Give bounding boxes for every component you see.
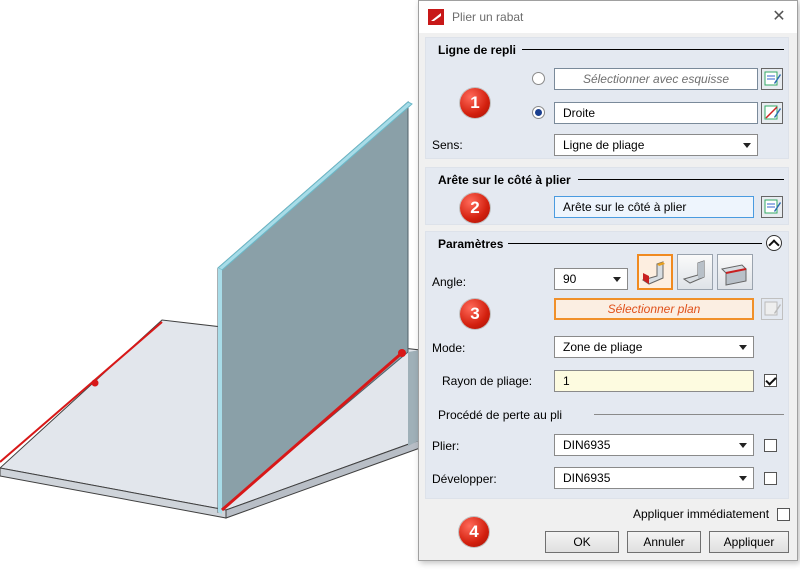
sens-select[interactable]: Ligne de pliage xyxy=(554,134,758,156)
radius-label: Rayon de pliage: xyxy=(442,374,533,388)
bend-inner-icon xyxy=(641,261,665,285)
chevron-down-icon xyxy=(613,277,621,282)
apply-button[interactable]: Appliquer xyxy=(709,531,789,553)
section-parameters: Paramètres Angle: 90 3 Sélectionner plan… xyxy=(425,231,789,499)
section-edge: Arête sur le côté à plier 2 Arête sur le… xyxy=(425,167,789,225)
section-fold-line-title: Ligne de repli xyxy=(438,43,517,57)
sketch-pick-icon[interactable] xyxy=(761,68,783,90)
edge-field[interactable]: Arête sur le côté à plier xyxy=(554,196,754,218)
fold-flange-dialog: Plier un rabat ✕ Ligne de repli 1 Sélect… xyxy=(418,0,798,561)
plane-pick-icon xyxy=(761,298,783,320)
developper-label: Développer: xyxy=(432,472,497,486)
select-plane-field[interactable]: Sélectionner plan xyxy=(554,298,754,320)
section-parameters-title: Paramètres xyxy=(438,237,504,251)
apply-immediately-label: Appliquer immédiatement xyxy=(633,507,770,521)
step-badge-3: 3 xyxy=(460,299,490,329)
section-divider xyxy=(578,179,784,180)
step-badge-2: 2 xyxy=(460,193,490,223)
plier-select-value: DIN6935 xyxy=(563,438,611,452)
edge-pick-icon[interactable] xyxy=(761,196,783,218)
chevron-down-icon xyxy=(743,143,751,148)
bend-outer-icon xyxy=(720,264,748,286)
bend-middle-icon xyxy=(682,260,705,284)
mode-select-value: Zone de pliage xyxy=(563,340,643,354)
bend-type-outer-button[interactable] xyxy=(717,254,753,290)
dialog-titlebar[interactable]: Plier un rabat ✕ xyxy=(419,1,797,33)
angle-select[interactable]: 90 xyxy=(554,268,628,290)
collapse-chevron-up-icon[interactable] xyxy=(766,235,782,251)
section-fold-line: Ligne de repli 1 Sélectionner avec esqui… xyxy=(425,37,789,159)
chevron-down-icon xyxy=(739,345,747,350)
section-divider xyxy=(522,49,784,50)
mode-label: Mode: xyxy=(432,341,466,355)
selected-edge-endpoint[interactable] xyxy=(398,349,406,357)
line-field[interactable]: Droite xyxy=(554,102,758,124)
cancel-button[interactable]: Annuler xyxy=(627,531,701,553)
radius-checkbox[interactable] xyxy=(764,374,777,387)
plier-label: Plier: xyxy=(432,439,460,453)
ok-button[interactable]: OK xyxy=(545,531,619,553)
sens-select-value: Ligne de pliage xyxy=(563,138,645,152)
developper-select-value: DIN6935 xyxy=(563,471,611,485)
line-pick-icon[interactable] xyxy=(761,102,783,124)
angle-select-value: 90 xyxy=(563,272,577,286)
loss-group-divider xyxy=(594,414,784,415)
section-edge-title: Arête sur le côté à plier xyxy=(438,173,571,187)
bend-type-inner-button[interactable] xyxy=(637,254,673,290)
plier-select[interactable]: DIN6935 xyxy=(554,434,754,456)
radio-line[interactable] xyxy=(532,106,545,119)
close-icon[interactable]: ✕ xyxy=(769,7,789,27)
angle-label: Angle: xyxy=(432,275,467,289)
step-badge-1: 1 xyxy=(460,88,490,118)
app-icon xyxy=(428,9,444,25)
developper-checkbox[interactable] xyxy=(764,472,777,485)
flange-side-edge xyxy=(218,268,222,514)
bend-type-middle-button[interactable] xyxy=(677,254,713,290)
radio-sketch[interactable] xyxy=(532,72,545,85)
apply-immediately-checkbox[interactable] xyxy=(777,508,790,521)
plier-checkbox[interactable] xyxy=(764,439,777,452)
radius-field[interactable]: 1 xyxy=(554,370,754,392)
chevron-down-icon xyxy=(739,443,747,448)
mode-select[interactable]: Zone de pliage xyxy=(554,336,754,358)
sketch-select-field[interactable]: Sélectionner avec esquisse xyxy=(554,68,758,90)
loss-group-title: Procédé de perte au pli xyxy=(438,408,563,422)
developper-select[interactable]: DIN6935 xyxy=(554,467,754,489)
dialog-title: Plier un rabat xyxy=(452,10,524,24)
chevron-down-icon xyxy=(739,476,747,481)
step-badge-4: 4 xyxy=(459,517,489,547)
fold-line-midpoint[interactable] xyxy=(91,379,99,387)
section-divider xyxy=(508,243,762,244)
sens-label: Sens: xyxy=(432,138,463,152)
